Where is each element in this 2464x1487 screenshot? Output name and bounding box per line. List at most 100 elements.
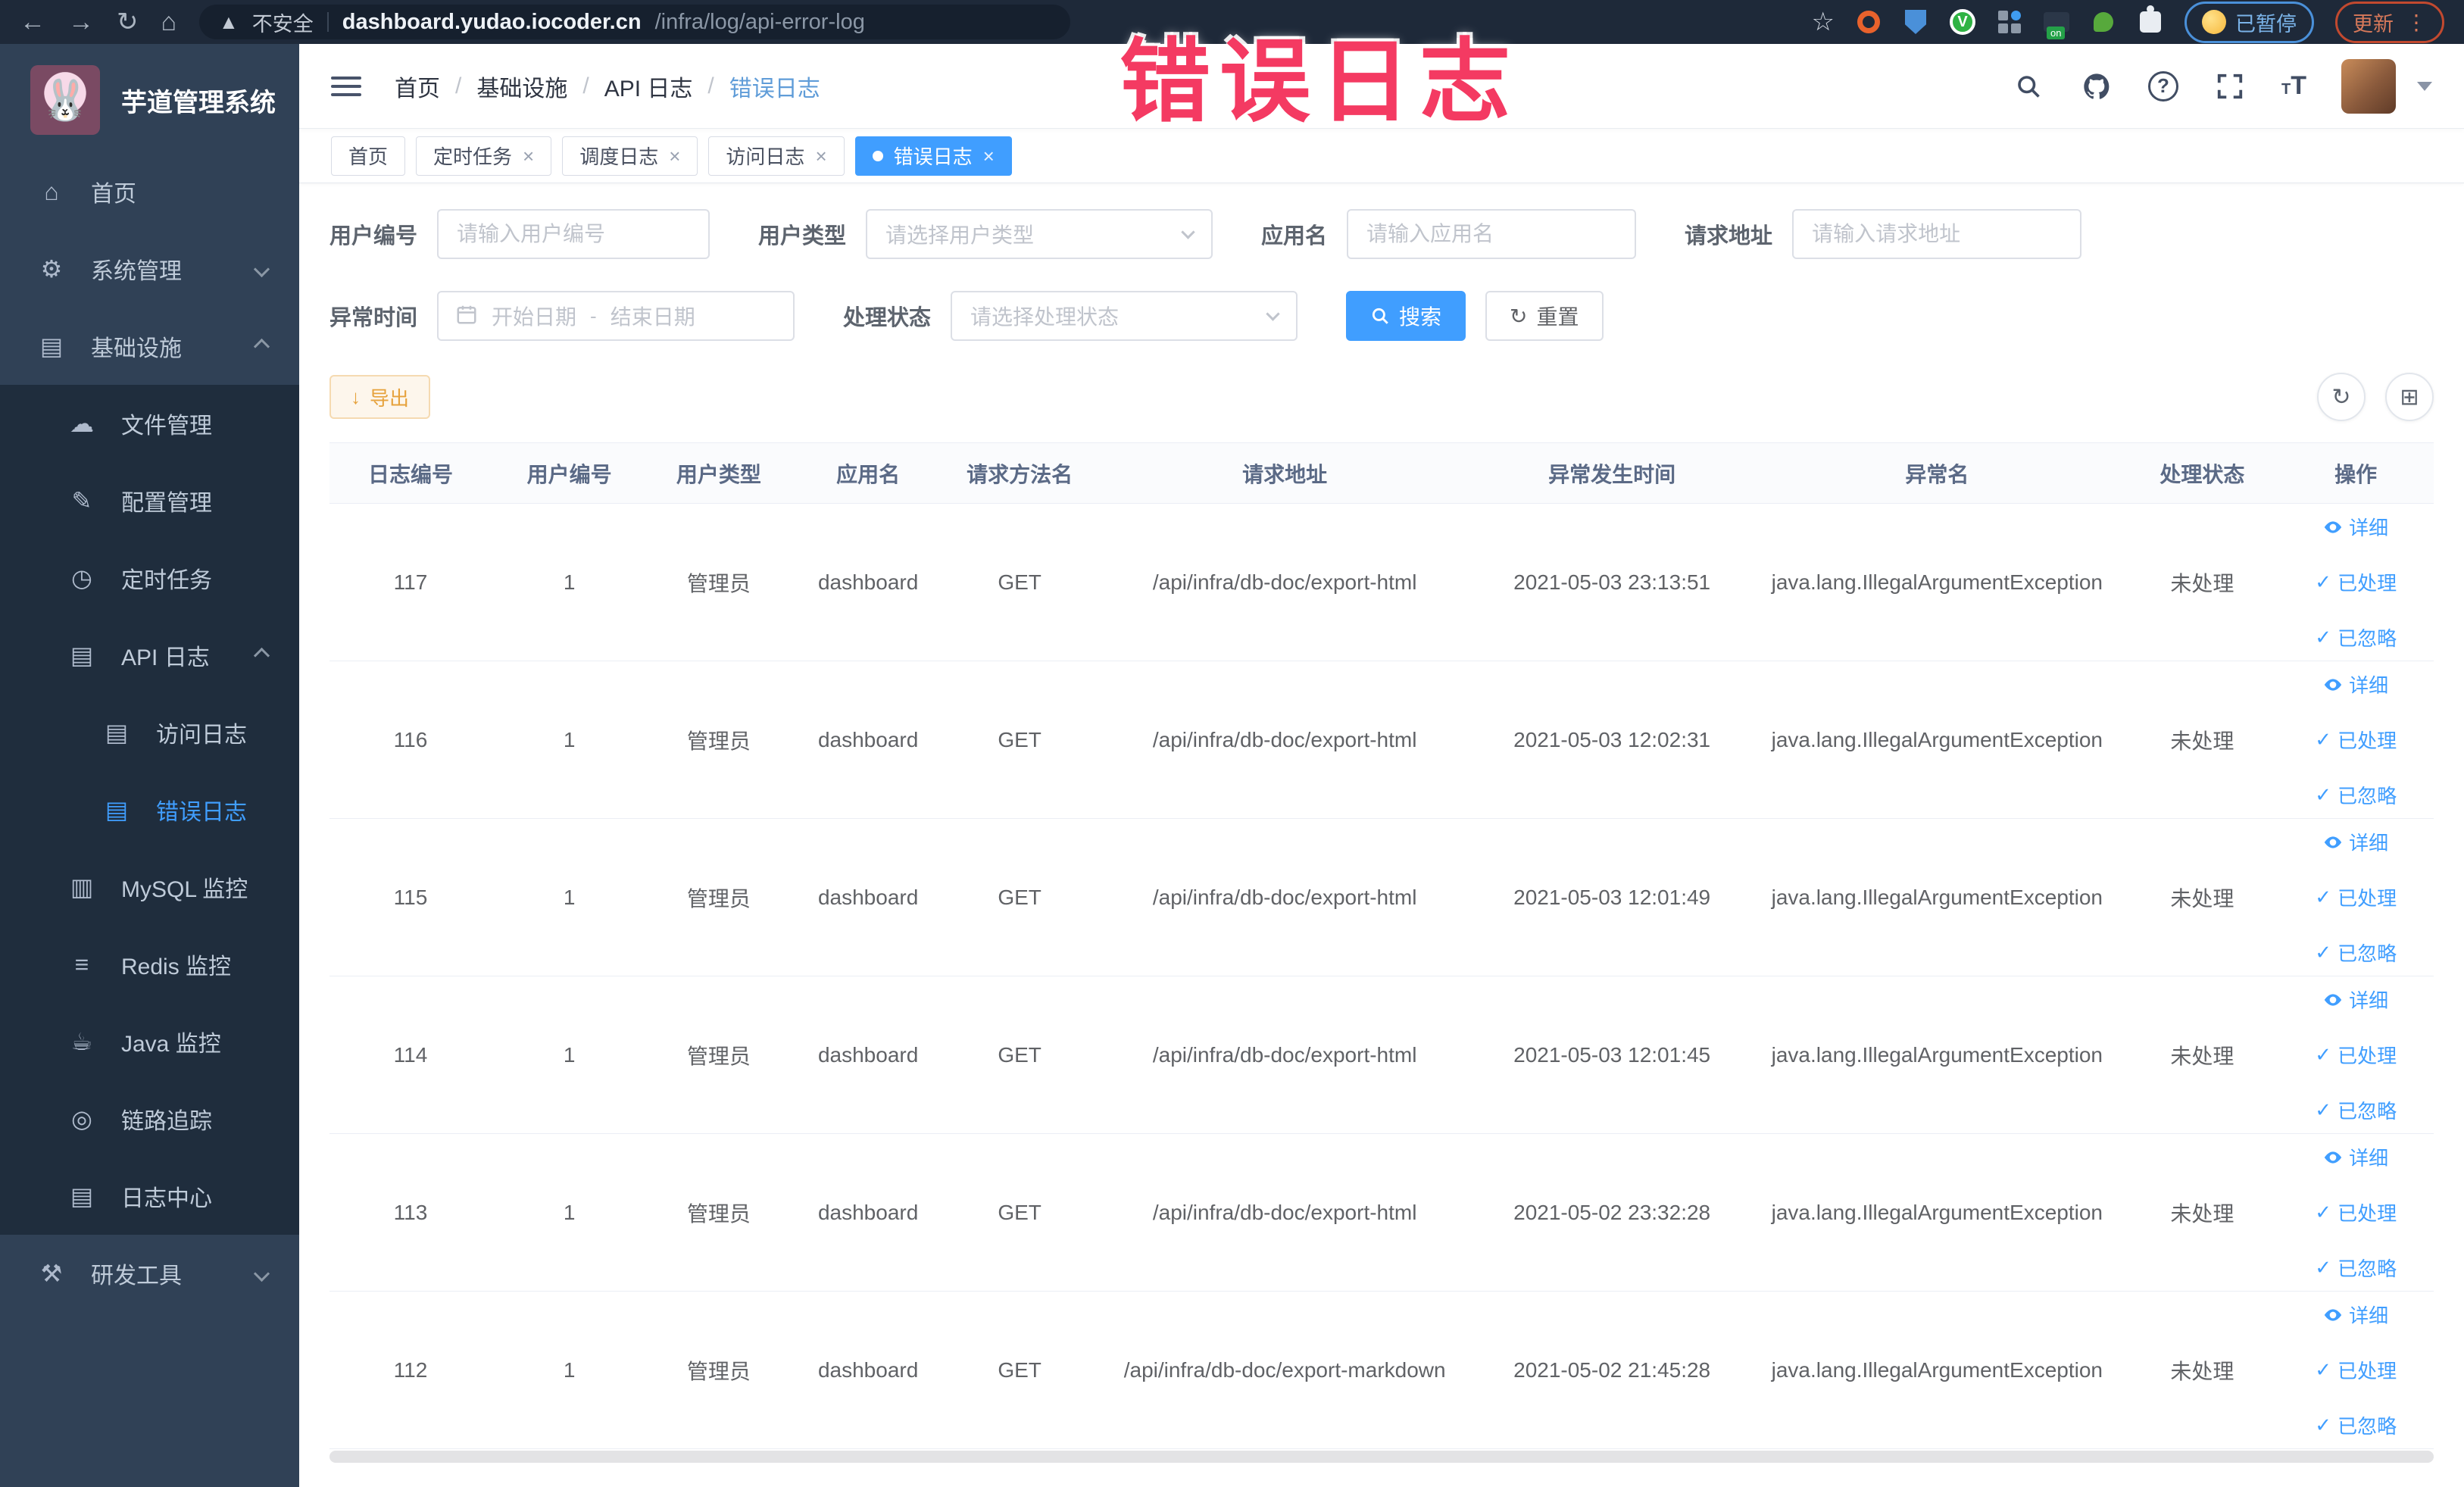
address-bar[interactable]: ▲ 不安全 dashboard.yudao.iocoder.cn/infra/l…: [199, 5, 1071, 39]
search-button[interactable]: 搜索: [1346, 291, 1466, 341]
export-button[interactable]: ↓ 导出: [329, 375, 431, 419]
user-id-input[interactable]: [437, 209, 710, 259]
detail-link[interactable]: 详细: [2323, 513, 2388, 541]
reset-button[interactable]: ↻ 重置: [1485, 291, 1604, 341]
forward-icon[interactable]: →: [68, 9, 94, 35]
col-method: 请求方法名: [945, 442, 1094, 504]
tab-error-log[interactable]: 错误日志 ×: [854, 136, 1012, 176]
search-icon[interactable]: [2012, 70, 2045, 103]
sidebar: 🐰 芋道管理系统 ⌂ 首页 ⚙ 系统管理 ▤ 基础设施 ☁ 文件管理 ✎ 配置管…: [0, 44, 299, 1487]
breadcrumb-api-log[interactable]: API 日志: [604, 70, 693, 103]
column-settings-icon[interactable]: ⊞: [2385, 373, 2434, 421]
detail-link[interactable]: 详细: [2323, 670, 2388, 698]
mark-ignored-link[interactable]: ✓ 已忽略: [2315, 1254, 2397, 1282]
sidebar-item-config-management[interactable]: ✎ 配置管理: [0, 462, 299, 539]
sidebar-item-log-center[interactable]: ▤ 日志中心: [0, 1157, 299, 1235]
sidebar-item-infrastructure[interactable]: ▤ 基础设施: [0, 308, 299, 385]
mark-ignored-link[interactable]: ✓ 已忽略: [2315, 1411, 2397, 1439]
mark-processed-link[interactable]: ✓ 已处理: [2315, 883, 2397, 911]
mark-processed-link[interactable]: ✓ 已处理: [2315, 1356, 2397, 1384]
download-icon: ↓: [351, 385, 361, 408]
chevron-down-icon: [1181, 224, 1195, 239]
help-icon[interactable]: ?: [2148, 70, 2178, 102]
sidebar-item-access-log[interactable]: ▤ 访问日志: [0, 694, 299, 771]
cell-user-type: 管理员: [647, 503, 791, 661]
cell-app-name: dashboard: [790, 503, 946, 661]
detail-link[interactable]: 详细: [2323, 1143, 2388, 1171]
sidebar-item-system-management[interactable]: ⚙ 系统管理: [0, 230, 299, 308]
mark-processed-link[interactable]: ✓ 已处理: [2315, 568, 2397, 596]
mark-ignored-link[interactable]: ✓ 已忽略: [2315, 1096, 2397, 1124]
extension-on-badge-icon[interactable]: on: [2044, 9, 2069, 39]
sidebar-item-error-log[interactable]: ▤ 错误日志: [0, 771, 299, 848]
fullscreen-icon[interactable]: [2213, 70, 2247, 103]
detail-link[interactable]: 详细: [2323, 828, 2388, 856]
sidebar-toggle-icon[interactable]: [331, 76, 361, 96]
sidebar-item-api-log[interactable]: ▤ API 日志: [0, 617, 299, 694]
sidebar-item-tracing[interactable]: ◎ 链路追踪: [0, 1080, 299, 1157]
home-icon[interactable]: ⌂: [161, 9, 177, 35]
row-actions: 详细 ✓ 已处理 ✓ 已忽略: [2285, 670, 2426, 809]
cell-method: GET: [945, 503, 1094, 661]
sidebar-item-redis-monitor[interactable]: ≡ Redis 监控: [0, 926, 299, 1003]
cell-user-id: 1: [491, 1291, 648, 1449]
reload-icon[interactable]: ↻: [117, 9, 139, 35]
close-icon[interactable]: ×: [815, 146, 826, 166]
detail-link[interactable]: 详细: [2323, 986, 2388, 1014]
close-icon[interactable]: ×: [983, 146, 995, 166]
extension-sprout-icon[interactable]: [2091, 9, 2116, 35]
extension-grid-icon[interactable]: [1997, 9, 2022, 35]
github-icon[interactable]: [2080, 70, 2113, 103]
paused-chip[interactable]: 已暂停: [2184, 1, 2314, 43]
check-icon: ✓: [2315, 1043, 2332, 1066]
sidebar-item-dev-tools[interactable]: ⚒ 研发工具: [0, 1235, 299, 1312]
sidebar-item-scheduled-tasks[interactable]: ◷ 定时任务: [0, 539, 299, 617]
tab-home[interactable]: 首页: [331, 136, 406, 176]
cell-app-name: dashboard: [790, 976, 946, 1134]
cell-exception-name: java.lang.IllegalArgumentException: [1747, 503, 2127, 661]
tab-access-log[interactable]: 访问日志 ×: [708, 136, 845, 176]
user-type-select[interactable]: 请选择用户类型: [866, 209, 1213, 259]
chevron-down-icon: [253, 1265, 270, 1282]
request-url-input[interactable]: [1792, 209, 2082, 259]
sidebar-item-home[interactable]: ⌂ 首页: [0, 153, 299, 230]
tab-schedule-log[interactable]: 调度日志 ×: [562, 136, 698, 176]
refresh-icon[interactable]: ↻: [2317, 373, 2366, 421]
close-icon[interactable]: ×: [523, 146, 534, 166]
extensions-puzzle-icon[interactable]: [2138, 5, 2163, 35]
clock-icon: ◷: [71, 564, 92, 592]
browser-menu-kebab-icon[interactable]: ⋮: [2406, 10, 2427, 35]
horizontal-scrollbar[interactable]: [329, 1451, 2434, 1463]
mark-ignored-link[interactable]: ✓ 已忽略: [2315, 781, 2397, 809]
font-size-icon[interactable]: TT: [2281, 71, 2306, 101]
check-icon: ✓: [2315, 1201, 2332, 1223]
app-name-input[interactable]: [1347, 209, 1637, 259]
update-chip[interactable]: 更新 ⋮: [2335, 1, 2444, 43]
avatar-caret-icon[interactable]: [2417, 81, 2432, 91]
mark-processed-link[interactable]: ✓ 已处理: [2315, 1198, 2397, 1226]
mark-processed-link[interactable]: ✓ 已处理: [2315, 726, 2397, 754]
bookmark-star-icon[interactable]: ☆: [1812, 7, 1835, 37]
search-icon: [1372, 308, 1388, 324]
process-status-select[interactable]: 请选择处理状态: [951, 291, 1298, 341]
sidebar-item-java-monitor[interactable]: ☕ Java 监控: [0, 1003, 299, 1080]
document-icon: ▤: [105, 719, 129, 746]
date-range-picker[interactable]: 开始日期 - 结束日期: [437, 291, 795, 341]
tab-scheduled-tasks[interactable]: 定时任务 ×: [416, 136, 552, 176]
extension-green-v-icon[interactable]: V: [1950, 9, 1975, 35]
breadcrumb-home[interactable]: 首页: [395, 70, 440, 103]
avatar[interactable]: [2341, 58, 2396, 114]
mark-processed-link[interactable]: ✓ 已处理: [2315, 1041, 2397, 1069]
extension-orange-icon[interactable]: [1856, 9, 1882, 35]
sidebar-item-mysql-monitor[interactable]: ▥ MySQL 监控: [0, 848, 299, 926]
extension-shield-icon[interactable]: [1903, 9, 1928, 35]
close-icon[interactable]: ×: [669, 146, 680, 166]
detail-link[interactable]: 详细: [2323, 1301, 2388, 1329]
breadcrumb-infrastructure[interactable]: 基础设施: [476, 70, 567, 103]
mark-ignored-link[interactable]: ✓ 已忽略: [2315, 939, 2397, 967]
stack-icon: ≡: [74, 950, 89, 978]
sidebar-item-file-management[interactable]: ☁ 文件管理: [0, 385, 299, 462]
mark-ignored-link[interactable]: ✓ 已忽略: [2315, 623, 2397, 651]
table-row: 115 1 管理员 dashboard GET /api/infra/db-do…: [329, 818, 2434, 976]
back-icon[interactable]: ←: [20, 9, 45, 35]
